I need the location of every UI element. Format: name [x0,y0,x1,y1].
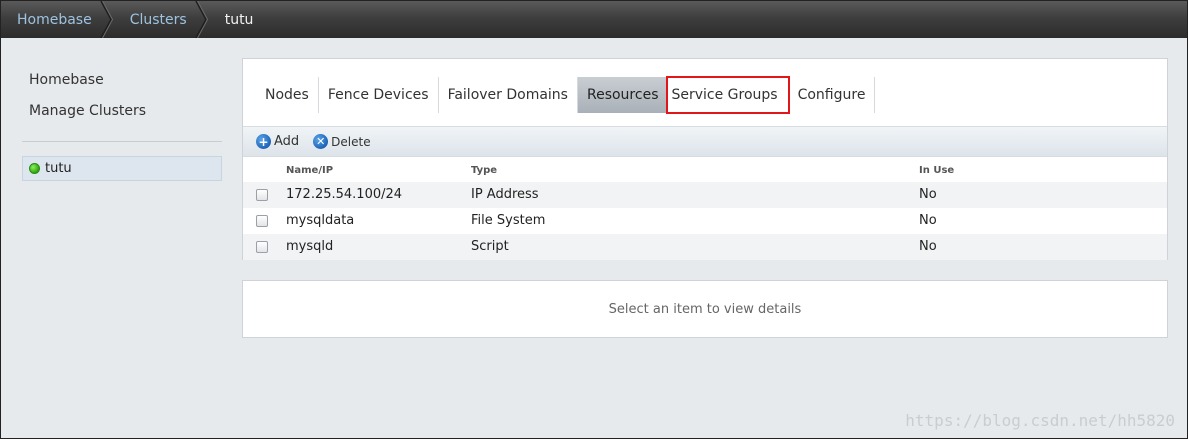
tab-nodes-label: Nodes [265,87,309,103]
cluster-label: tutu [45,161,72,176]
delete-button[interactable]: ✕ Delete [313,134,371,149]
tab-failover-domains[interactable]: Failover Domains [439,77,578,113]
tab-fence-devices-label: Fence Devices [327,87,429,103]
cell-in-use: No [919,213,937,228]
tab-failover-domains-label: Failover Domains [447,87,568,103]
tab-configure[interactable]: Configure [789,77,876,113]
add-button[interactable]: + Add [256,134,299,149]
tab-service-groups-label: Service Groups [671,87,778,103]
status-online-icon [29,163,40,174]
breadcrumb-homebase[interactable]: Homebase [1,1,114,38]
sidebar-link-homebase[interactable]: Homebase [29,72,104,88]
breadcrumb-separator-icon [100,1,114,38]
details-panel: Select an item to view details [242,280,1168,338]
table-row[interactable]: mysqldata File System No [243,208,1167,234]
add-button-label: Add [274,134,300,149]
x-circle-icon: ✕ [313,134,329,149]
plus-circle-icon: + [256,134,271,149]
top-breadcrumb-bar: Homebase Clusters tutu [1,1,1187,38]
delete-button-label: Delete [331,134,371,149]
row-checkbox[interactable] [256,241,268,253]
breadcrumb-current-label: tutu [224,11,254,28]
breadcrumb-clusters-label[interactable]: Clusters [130,12,187,28]
resources-panel: Nodes Fence Devices Failover Domains Res… [242,58,1168,260]
tab-resources[interactable]: Resources [577,77,668,113]
details-placeholder: Select an item to view details [608,301,802,317]
tab-fence-devices[interactable]: Fence Devices [319,77,439,113]
cell-in-use: No [919,187,937,202]
watermark: https://blog.csdn.net/hh5820 [905,411,1175,430]
sidebar-link-manage-clusters[interactable]: Manage Clusters [29,103,146,119]
cell-type: IP Address [471,187,539,202]
cluster-tabs: Nodes Fence Devices Failover Domains Res… [256,76,876,114]
table-row[interactable]: mysqld Script No [243,234,1167,260]
table-row[interactable]: 172.25.54.100/24 IP Address No [243,182,1167,208]
table-header: Name/IP Type In Use [243,158,1167,182]
column-header-type[interactable]: Type [471,165,497,176]
tab-resources-label: Resources [586,87,659,103]
sidebar-cluster-item-tutu[interactable]: tutu [22,156,222,181]
breadcrumb-clusters[interactable]: Clusters [114,1,209,38]
row-checkbox[interactable] [256,215,268,227]
breadcrumb-separator-icon [195,1,209,38]
tab-nodes[interactable]: Nodes [256,77,319,113]
cell-type: File System [471,213,546,228]
column-header-in-use[interactable]: In Use [919,165,954,176]
sidebar-divider [22,141,222,142]
cell-name: mysqld [286,239,334,254]
cell-in-use: No [919,239,937,254]
resources-toolbar: + Add ✕ Delete [243,126,1167,157]
breadcrumb-current: tutu [209,1,254,38]
tab-configure-label: Configure [797,87,866,103]
cell-type: Script [471,239,509,254]
cell-name: 172.25.54.100/24 [286,187,403,202]
tab-service-groups[interactable]: Service Groups [666,76,790,114]
column-header-name[interactable]: Name/IP [286,165,333,176]
row-checkbox[interactable] [256,189,268,201]
cell-name: mysqldata [286,213,355,228]
breadcrumb-homebase-label[interactable]: Homebase [17,12,92,28]
